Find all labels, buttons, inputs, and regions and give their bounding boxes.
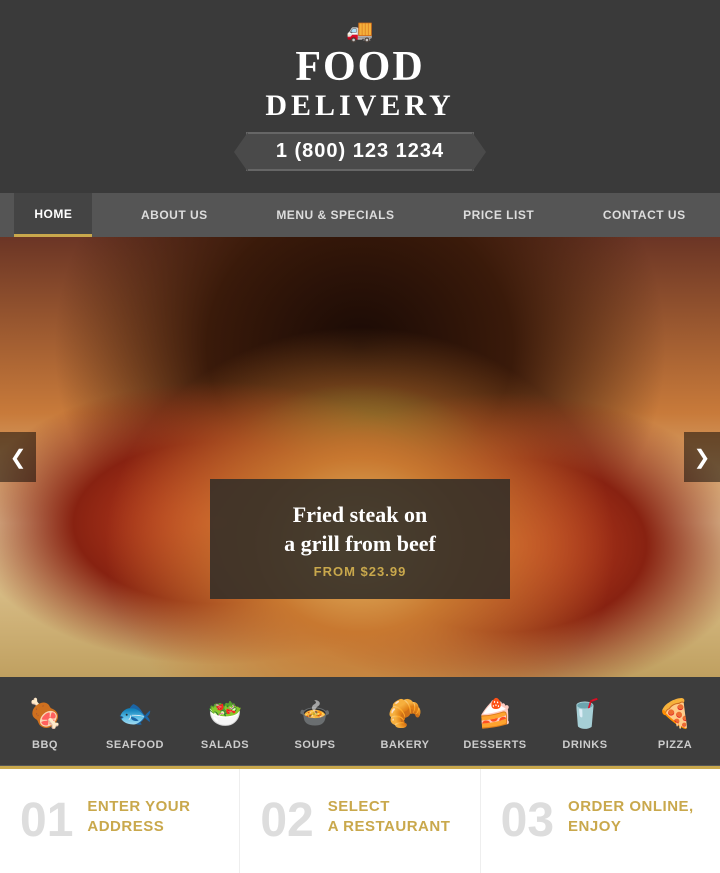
drinks-label: DRINKS xyxy=(562,739,607,751)
drinks-icon: 🥤 xyxy=(564,695,606,731)
soups-label: SOUPS xyxy=(294,739,335,751)
steps-section: 01 ENTER YOURADDRESS 02 SELECTA RESTAURA… xyxy=(0,766,720,873)
category-seafood[interactable]: 🐟 SEAFOOD xyxy=(90,691,180,755)
truck-icon: 🚚 xyxy=(0,18,720,44)
step-1-title: ENTER YOURADDRESS xyxy=(87,797,190,836)
hero-caption-panel: Fried steak ona grill from beef FROM $23… xyxy=(210,479,510,599)
next-slide-button[interactable]: ❯ xyxy=(684,432,720,482)
step-3-number: 03 xyxy=(501,797,554,845)
nav-item-price[interactable]: PRICE LIST xyxy=(443,193,554,237)
step-3-title: ORDER ONLINE,ENJOY xyxy=(568,797,694,836)
step-2-title: SELECTA RESTAURANT xyxy=(328,797,451,836)
hero-dish-title: Fried steak ona grill from beef xyxy=(240,501,480,558)
bakery-icon: 🥐 xyxy=(384,695,426,731)
seafood-label: SEAFOOD xyxy=(106,739,164,751)
hero-banner: ❮ Fried steak ona grill from beef FROM $… xyxy=(0,237,720,677)
nav-item-menu[interactable]: MENU & SPECIALS xyxy=(256,193,414,237)
category-desserts[interactable]: 🍰 DESSERTS xyxy=(450,691,540,755)
brand-title-delivery: DELIVERY xyxy=(0,88,720,124)
hero-price: FROM $23.99 xyxy=(240,564,480,579)
prev-slide-button[interactable]: ❮ xyxy=(0,432,36,482)
main-nav: HOME ABOUT US MENU & SPECIALS PRICE LIST… xyxy=(0,193,720,237)
step-1-number: 01 xyxy=(20,797,73,845)
category-bar: 🍖 BBQ 🐟 SEAFOOD 🥗 SALADS 🍲 SOUPS 🥐 BAKER… xyxy=(0,677,720,766)
pizza-icon: 🍕 xyxy=(654,695,696,731)
brand-title-food: FOOD xyxy=(0,46,720,88)
desserts-label: DESSERTS xyxy=(463,739,526,751)
salads-icon: 🥗 xyxy=(204,695,246,731)
desserts-icon: 🍰 xyxy=(474,695,516,731)
category-salads[interactable]: 🥗 SALADS xyxy=(180,691,270,755)
category-pizza[interactable]: 🍕 PIZZA xyxy=(630,691,720,755)
category-drinks[interactable]: 🥤 DRINKS xyxy=(540,691,630,755)
step-1: 01 ENTER YOURADDRESS xyxy=(0,769,240,873)
soups-icon: 🍲 xyxy=(294,695,336,731)
bakery-label: BAKERY xyxy=(380,739,429,751)
bbq-icon: 🍖 xyxy=(24,695,66,731)
site-header: 🚚 FOOD DELIVERY 1 (800) 123 1234 xyxy=(0,0,720,193)
pizza-label: PIZZA xyxy=(658,739,692,751)
nav-item-about[interactable]: ABOUT US xyxy=(121,193,228,237)
bbq-label: BBQ xyxy=(32,739,58,751)
nav-item-home[interactable]: HOME xyxy=(14,193,92,237)
salads-label: SALADS xyxy=(201,739,249,751)
next-arrow-icon: ❯ xyxy=(694,445,711,470)
phone-number[interactable]: 1 (800) 123 1234 xyxy=(246,132,474,171)
step-2-number: 02 xyxy=(260,797,313,845)
step-2: 02 SELECTA RESTAURANT xyxy=(240,769,480,873)
category-soups[interactable]: 🍲 SOUPS xyxy=(270,691,360,755)
category-bakery[interactable]: 🥐 BAKERY xyxy=(360,691,450,755)
nav-item-contact[interactable]: CONTACT US xyxy=(583,193,706,237)
category-bbq[interactable]: 🍖 BBQ xyxy=(0,691,90,755)
seafood-icon: 🐟 xyxy=(114,695,156,731)
food-image xyxy=(0,237,720,677)
step-3: 03 ORDER ONLINE,ENJOY xyxy=(481,769,720,873)
prev-arrow-icon: ❮ xyxy=(10,445,27,470)
